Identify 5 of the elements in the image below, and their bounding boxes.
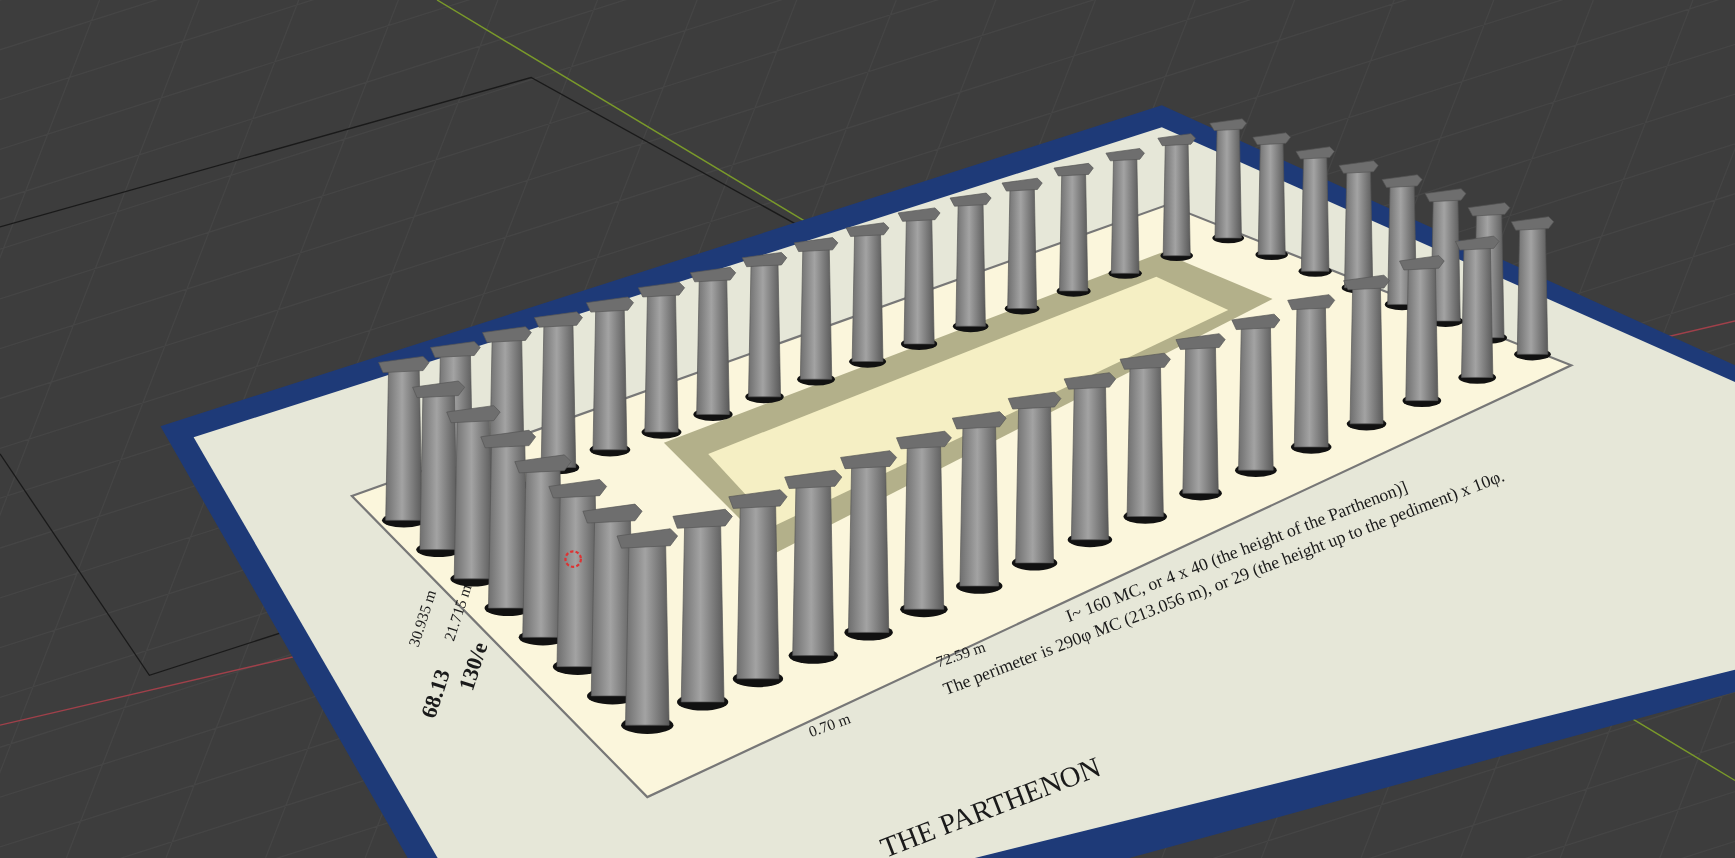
plan-label: 21.715 m	[440, 582, 475, 644]
plan-label: 30.935 m	[404, 587, 440, 649]
3d-cursor-icon[interactable]	[564, 550, 583, 568]
plan-label: 68.13	[415, 666, 455, 722]
plan-label: 0.70 m	[806, 709, 853, 741]
